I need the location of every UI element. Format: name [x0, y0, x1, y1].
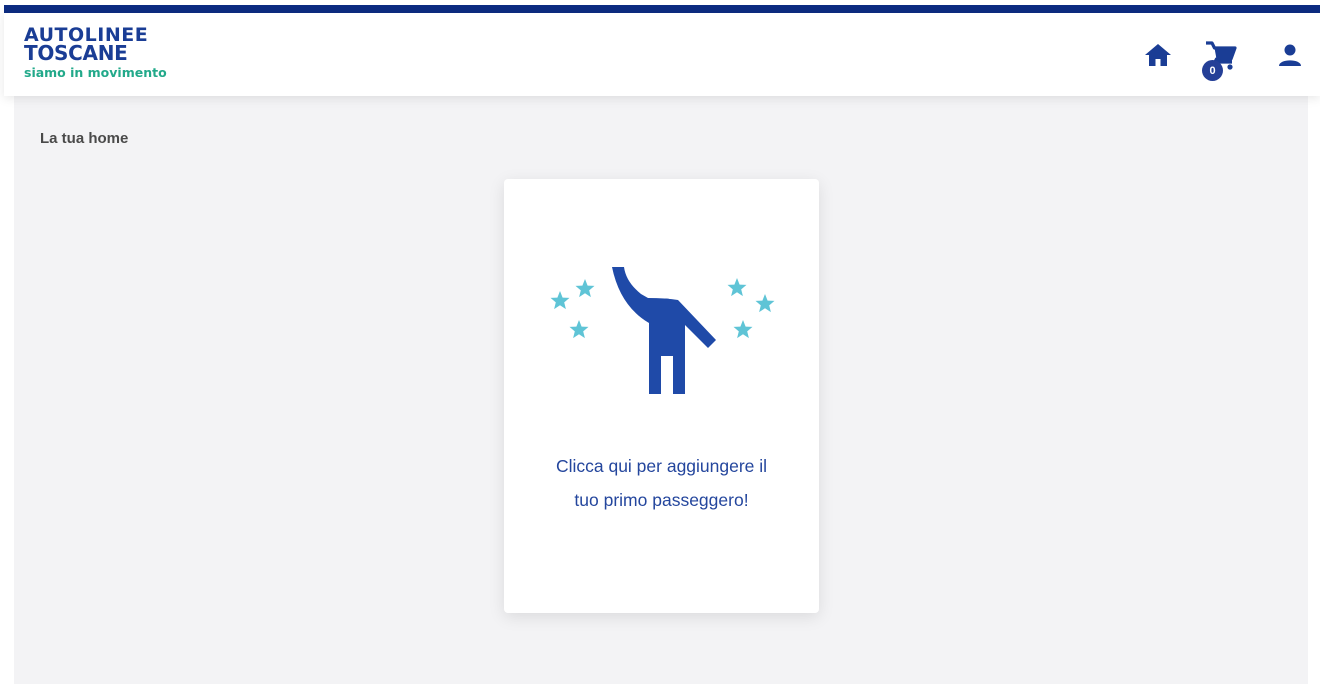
autolinee-toscane-logo[interactable]: AUTOLINEE TOSCANE siamo in movimento [24, 26, 167, 81]
logo-line-2: TOSCANE [24, 41, 128, 65]
user-icon [1279, 44, 1301, 66]
home-icon [1145, 44, 1171, 66]
prompt-line-2: tuo primo passeggero! [574, 490, 749, 510]
prompt-line-1: Clicca qui per aggiungere il [555, 456, 768, 476]
logo-tagline: siamo in movimento [24, 65, 167, 80]
add-passenger-card[interactable]: Clicca qui per aggiungere il tuo primo p… [504, 179, 819, 613]
person-waving-with-stars-icon [550, 267, 775, 394]
home-button[interactable] [1144, 41, 1172, 69]
main-content: La tua home Clicca qui per aggiungere il… [14, 96, 1308, 684]
page-title: La tua home [40, 130, 129, 147]
add-passenger-prompt: Clicca qui per aggiungere il tuo primo p… [504, 449, 819, 517]
app-header: AUTOLINEE TOSCANE siamo in movimento 0 [4, 13, 1320, 96]
top-brand-bar [4, 5, 1320, 13]
cart-count-badge: 0 [1202, 60, 1223, 81]
user-account-button[interactable] [1276, 41, 1304, 69]
cart-button[interactable]: 0 [1200, 39, 1240, 81]
